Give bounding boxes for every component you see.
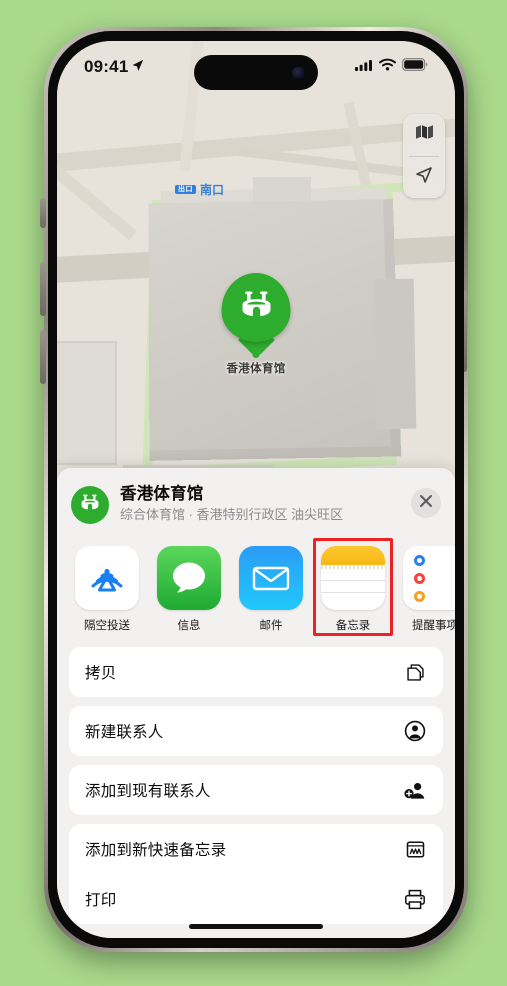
action-group: 添加到现有联系人 [69, 765, 443, 815]
exit-label: 南口 [200, 183, 225, 197]
reminder-dot-blue [414, 554, 425, 566]
stadium-icon [78, 493, 102, 518]
share-target-messages[interactable]: 信息 [157, 546, 221, 633]
action-label: 添加到现有联系人 [85, 783, 211, 800]
action-group: 拷贝 [69, 647, 443, 697]
action-group: 新建联系人 [69, 706, 443, 756]
reminder-dot-orange [414, 590, 425, 602]
location-arrow-icon [131, 57, 144, 77]
notes-icon [321, 546, 385, 610]
home-indicator[interactable] [189, 924, 323, 929]
mute-switch[interactable] [40, 198, 46, 228]
copy-icon [403, 660, 427, 684]
notes-perforation [321, 565, 385, 569]
pin-label: 香港体育馆 [226, 363, 286, 375]
action-row-copy[interactable]: 拷贝 [69, 647, 443, 697]
map-canvas[interactable]: 出口 南口 香港体育馆 [57, 41, 455, 481]
transit-exit-marker[interactable]: 出口 南口 [175, 181, 224, 198]
action-label: 打印 [85, 892, 117, 909]
cellular-bars-icon [355, 58, 373, 76]
notes-line [321, 580, 385, 581]
action-label: 拷贝 [85, 665, 117, 682]
action-row-new-quick-note[interactable]: 添加到新快速备忘录 [69, 824, 443, 874]
map-building [253, 177, 311, 203]
share-targets-row[interactable]: 隔空投送 信息 邮件 备忘录 提醒事项 [57, 532, 455, 641]
share-target-label: 提醒事项 [412, 620, 455, 632]
share-target-reminders[interactable]: 提醒事项 [403, 546, 455, 633]
map-building [57, 341, 117, 465]
map-layers-button[interactable] [403, 114, 445, 156]
new-contact-icon [403, 719, 427, 743]
screenshot-root: 出口 南口 香港体育馆 09:41 香港体育馆 综合体育馆 · 香港特别行政区 … [0, 0, 507, 986]
share-target-mail[interactable]: 邮件 [239, 546, 303, 633]
current-location-button[interactable] [403, 157, 445, 199]
share-target-label: 邮件 [259, 620, 283, 632]
share-target-label: 隔空投送 [84, 620, 130, 632]
wifi-icon [379, 58, 396, 76]
volume-down-button[interactable] [40, 330, 46, 384]
share-sheet-header: 香港体育馆 综合体育馆 · 香港特别行政区 油尖旺区 [57, 468, 455, 532]
place-info: 香港体育馆 综合体育馆 · 香港特别行政区 油尖旺区 [120, 484, 411, 523]
phone-screen: 出口 南口 香港体育馆 09:41 香港体育馆 综合体育馆 · 香港特别行政区 … [57, 41, 455, 938]
action-label: 新建联系人 [85, 724, 164, 741]
share-target-airdrop[interactable]: 隔空投送 [75, 546, 139, 633]
stadium-icon [236, 289, 276, 326]
printer-icon [403, 887, 427, 911]
quick-note-icon [403, 837, 427, 861]
share-target-label: 信息 [177, 620, 201, 632]
status-bar: 09:41 [57, 41, 455, 93]
pin-anchor-dot [252, 351, 260, 358]
action-list: 拷贝 新建联系人 添加到现有联系人 添加到新快速备忘录 打印 [57, 641, 455, 924]
folded-map-icon [415, 124, 434, 145]
mail-icon [239, 546, 303, 610]
map-controls [403, 114, 445, 198]
action-row-add-existing-contact[interactable]: 添加到现有联系人 [69, 765, 443, 815]
action-label: 添加到新快速备忘录 [85, 842, 227, 859]
map-building [373, 278, 417, 430]
pin-bubble [221, 273, 291, 342]
battery-full-icon [402, 58, 428, 76]
place-title: 香港体育馆 [120, 485, 204, 503]
place-subtitle: 综合体育馆 · 香港特别行政区 油尖旺区 [120, 506, 344, 522]
action-group: 添加到新快速备忘录 打印 [69, 824, 443, 924]
status-time-group: 09:41 [84, 57, 144, 77]
notes-line [321, 592, 385, 593]
airdrop-icon [75, 546, 139, 610]
map-pin[interactable]: 香港体育馆 [221, 273, 291, 376]
action-row-print[interactable]: 打印 [69, 874, 443, 924]
action-row-new-contact[interactable]: 新建联系人 [69, 706, 443, 756]
add-to-contact-icon [403, 778, 427, 802]
exit-chip: 出口 [175, 185, 196, 194]
share-target-label: 备忘录 [335, 620, 371, 632]
location-arrow-icon [414, 165, 434, 190]
reminders-icon [403, 546, 455, 610]
close-button[interactable] [411, 488, 441, 518]
place-badge [71, 486, 109, 524]
share-sheet: 香港体育馆 综合体育馆 · 香港特别行政区 油尖旺区 隔空投送 信息 邮件 备忘… [57, 468, 455, 938]
status-indicators [355, 58, 428, 76]
share-target-notes[interactable]: 备忘录 [313, 538, 393, 636]
notes-header-strip [321, 546, 385, 565]
volume-up-button[interactable] [40, 262, 46, 316]
reminder-dot-red [414, 572, 425, 584]
status-time: 09:41 [84, 57, 129, 76]
messages-icon [157, 546, 221, 610]
map-road [57, 116, 455, 174]
close-icon [419, 494, 433, 513]
